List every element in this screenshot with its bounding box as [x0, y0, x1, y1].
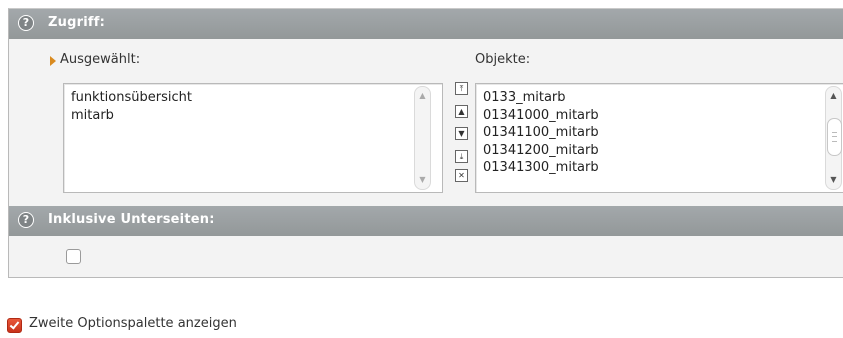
selected-label: Ausgewählt: [60, 52, 141, 67]
object-item[interactable]: 01341300_mitarb [483, 159, 599, 177]
inklusive-title: Inklusive Unterseiten: [48, 212, 215, 227]
selected-listbox[interactable]: funktionsübersicht mitarb ▲ ▼ [63, 83, 443, 193]
scroll-thumb[interactable] [827, 118, 842, 156]
zugriff-section-header: ? Zugriff: [9, 9, 843, 39]
move-down-button[interactable]: ▼ [455, 127, 468, 140]
object-item[interactable]: 01341200_mitarb [483, 142, 599, 160]
inklusive-checkbox[interactable] [66, 249, 81, 264]
objects-scrollbar[interactable]: ▲ ▼ [825, 86, 842, 190]
zugriff-title: Zugriff: [48, 15, 105, 30]
scroll-up-icon[interactable]: ▲ [417, 91, 428, 101]
move-top-button[interactable]: ⤒ [455, 82, 468, 95]
move-up-button[interactable]: ▲ [455, 105, 468, 118]
scroll-up-icon[interactable]: ▲ [828, 91, 839, 101]
help-icon[interactable]: ? [18, 15, 34, 31]
scroll-down-icon[interactable]: ▼ [417, 175, 428, 185]
active-indicator-arrow-icon [50, 56, 56, 66]
selected-scrollbar[interactable]: ▲ ▼ [414, 86, 431, 190]
selected-item[interactable]: mitarb [71, 107, 192, 125]
object-item[interactable]: 01341100_mitarb [483, 124, 599, 142]
objects-label: Objekte: [475, 52, 531, 67]
objects-listbox[interactable]: 0133_mitarb 01341000_mitarb 01341100_mit… [475, 83, 843, 193]
inklusive-section-header: ? Inklusive Unterseiten: [9, 206, 843, 236]
object-item[interactable]: 0133_mitarb [483, 89, 599, 107]
move-bottom-button[interactable]: ⤓ [455, 150, 468, 163]
remove-button[interactable]: ✕ [455, 169, 468, 182]
access-panel: ? Zugriff: Ausgewählt: Objekte: funktion… [8, 8, 843, 278]
help-icon[interactable]: ? [18, 212, 34, 228]
second-options-label[interactable]: Zweite Optionspalette anzeigen [29, 316, 237, 331]
selected-item[interactable]: funktionsübersicht [71, 89, 192, 107]
object-item[interactable]: 01341000_mitarb [483, 107, 599, 125]
scroll-down-icon[interactable]: ▼ [828, 175, 839, 185]
second-options-checkbox[interactable] [7, 318, 22, 333]
